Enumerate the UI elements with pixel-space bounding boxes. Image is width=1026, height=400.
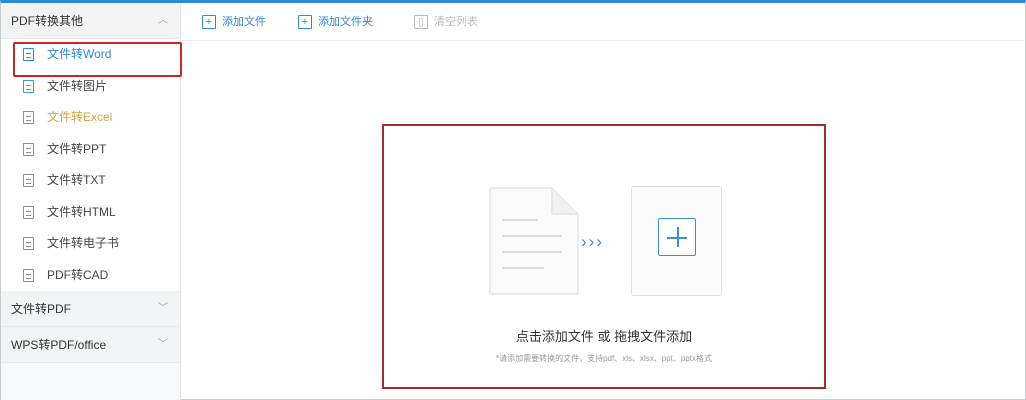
add-folder-label: 添加文件夹 <box>318 16 373 28</box>
arrows-icon: ››› <box>581 232 604 251</box>
file-dropzone[interactable]: ››› 点击添加文件 或 拖拽文件添加 *请添加需要转换的文件，支持pdf、xl… <box>382 124 826 389</box>
section-label: PDF转换其他 <box>11 14 84 28</box>
trash-icon: ▯ <box>414 15 428 29</box>
add-folder-button[interactable]: + 添加文件夹 <box>298 13 373 31</box>
add-file-icon: + <box>202 15 216 29</box>
section-label: WPS转PDF/office <box>11 338 107 352</box>
add-folder-icon: + <box>298 15 312 29</box>
dropzone-hint: *请添加需要转换的文件，支持pdf、xls、xlsx、ppt、pptx格式 <box>495 354 713 363</box>
chevron-down-icon: ﹀ <box>158 303 168 314</box>
menu-item-label: 文件转Word <box>47 47 112 61</box>
menu-item-label: 文件转图片 <box>47 78 108 93</box>
section-label: 文件转PDF <box>11 302 72 316</box>
menu-item-label: 文件转电子书 <box>47 236 120 250</box>
app-window: PDF转换其他 ︿ 文件转Word 文件转图片 文件转Excel 文件转PPT <box>0 0 1026 400</box>
cad-doc-icon <box>23 268 34 282</box>
dropzone-title: 点击添加文件 或 拖拽文件添加 <box>515 329 693 344</box>
sidebar: PDF转换其他 ︿ 文件转Word 文件转图片 文件转Excel 文件转PPT <box>1 3 182 400</box>
add-file-button[interactable]: + 添加文件 <box>202 13 266 31</box>
chevron-down-icon: ﹀ <box>158 339 168 350</box>
menu-item-label: 文件转TXT <box>47 173 106 187</box>
menu-item-file-to-image[interactable]: 文件转图片 <box>1 71 180 103</box>
ppt-doc-icon <box>23 142 34 156</box>
menu-item-label: 文件转Excel <box>47 110 113 124</box>
word-doc-icon <box>23 48 34 61</box>
clear-list-label: 清空列表 <box>434 16 478 28</box>
menu-item-file-to-ebook[interactable]: 文件转电子书 <box>1 228 180 260</box>
add-file-card[interactable] <box>631 186 722 296</box>
menu-item-label: PDF转CAD <box>47 267 109 282</box>
section-wps-to-pdf-office[interactable]: WPS转PDF/office ﹀ <box>1 327 180 363</box>
image-doc-icon <box>23 79 34 93</box>
menu-item-file-to-html[interactable]: 文件转HTML <box>1 197 180 229</box>
html-doc-icon <box>23 205 34 219</box>
section-pdf-to-other[interactable]: PDF转换其他 ︿ <box>1 3 180 39</box>
section-file-to-pdf[interactable]: 文件转PDF ﹀ <box>1 291 180 327</box>
txt-doc-icon <box>23 174 34 187</box>
plus-icon <box>658 218 696 256</box>
clear-list-button[interactable]: ▯ 清空列表 <box>414 13 478 31</box>
menu-item-file-to-ppt[interactable]: 文件转PPT <box>1 134 180 166</box>
add-file-label: 添加文件 <box>222 16 266 28</box>
document-illustration-icon <box>489 187 579 295</box>
pdf-to-other-menu: 文件转Word 文件转图片 文件转Excel 文件转PPT 文件转TXT 文件转… <box>1 39 180 291</box>
menu-item-file-to-txt[interactable]: 文件转TXT <box>1 165 180 197</box>
menu-item-label: 文件转HTML <box>47 204 116 219</box>
menu-item-pdf-to-cad[interactable]: PDF转CAD <box>1 260 180 292</box>
menu-item-label: 文件转PPT <box>47 141 107 156</box>
ebook-doc-icon <box>23 237 34 250</box>
menu-item-file-to-word[interactable]: 文件转Word <box>1 39 180 71</box>
chevron-up-icon: ︿ <box>158 15 168 26</box>
excel-doc-icon <box>23 111 34 124</box>
menu-item-file-to-excel[interactable]: 文件转Excel <box>1 102 180 134</box>
toolbar: + 添加文件 + 添加文件夹 ▯ 清空列表 <box>182 3 1025 41</box>
